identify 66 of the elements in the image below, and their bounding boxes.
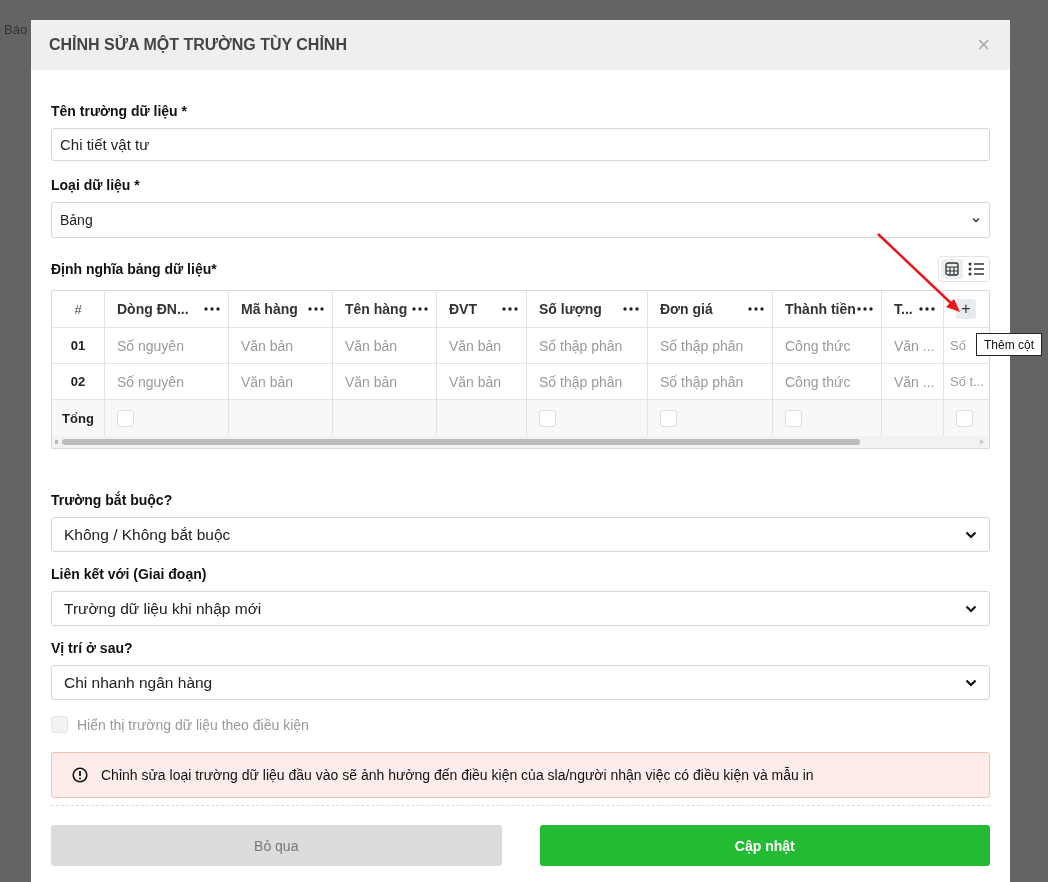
table-cell: Công thức bbox=[785, 373, 851, 390]
table-cell: Văn bản bbox=[345, 337, 398, 354]
select-field[interactable]: Chi nhanh ngân hàng bbox=[51, 665, 990, 700]
field-label: Định nghĩa bảng dữ liệu* bbox=[51, 261, 217, 277]
field-label: Liên kết với (Giai đoạn) bbox=[51, 566, 208, 582]
more-icon[interactable] bbox=[623, 307, 639, 311]
list-view-button[interactable] bbox=[965, 259, 987, 279]
tooltip: Thêm cột bbox=[976, 333, 1042, 356]
more-icon[interactable] bbox=[308, 307, 324, 311]
field-label: Loại dữ liệu * bbox=[51, 177, 141, 193]
select-field[interactable]: Trường dữ liệu khi nhập mới bbox=[51, 591, 990, 626]
table-cell: Số thập phân bbox=[660, 337, 744, 354]
select-field[interactable]: Bảng bbox=[51, 202, 990, 238]
table-cell: Công thức bbox=[785, 337, 851, 354]
column-header: Đơn giá bbox=[660, 301, 713, 317]
add-column-button[interactable]: + bbox=[956, 299, 976, 319]
chevron-icon bbox=[965, 603, 977, 614]
more-icon[interactable] bbox=[748, 307, 764, 311]
table-cell: Văn bản bbox=[241, 337, 294, 354]
table-cell: Văn bản bbox=[241, 373, 294, 390]
checkbox[interactable] bbox=[539, 409, 556, 427]
table-cell: Văn ... bbox=[894, 337, 935, 354]
table-cell: Số t... bbox=[950, 374, 984, 389]
row-number: 01 bbox=[52, 328, 105, 363]
more-icon[interactable] bbox=[412, 307, 428, 311]
column-header: Tên hàng bbox=[345, 301, 408, 317]
column-header: ĐVT bbox=[449, 301, 477, 317]
column-header: T... bbox=[894, 301, 913, 317]
table-cell: Số bbox=[950, 338, 966, 353]
checkbox[interactable] bbox=[117, 409, 134, 427]
column-header: # bbox=[52, 291, 105, 327]
column-header: Dòng ĐN... bbox=[117, 301, 189, 317]
more-icon[interactable] bbox=[919, 307, 935, 311]
checkbox[interactable] bbox=[956, 409, 973, 427]
table-cell: Văn bản bbox=[449, 337, 502, 354]
select-field[interactable]: Không / Không bắt buộc bbox=[51, 517, 990, 552]
column-header: Số lượng bbox=[539, 301, 602, 317]
field-label: Vị trí ở sau? bbox=[51, 640, 134, 656]
checkbox-label: Hiển thị trường dữ liệu theo điều kiện bbox=[77, 716, 309, 733]
row-number: 02 bbox=[52, 364, 105, 399]
chevron-icon bbox=[965, 529, 977, 540]
warning-text: Chỉnh sửa loại trường dữ liệu đầu vào sẽ ảnh hưởng đến điều kiện của sla/người nhận việc có điều kiện và mẫu in bbox=[101, 767, 814, 783]
table-cell: Văn bản bbox=[449, 373, 502, 390]
input-field[interactable]: Chi tiết vật tư bbox=[51, 128, 990, 161]
more-icon[interactable] bbox=[857, 307, 873, 311]
field-label: Trường bắt buộc? bbox=[51, 492, 174, 508]
chevron-icon bbox=[971, 215, 981, 225]
more-icon[interactable] bbox=[204, 307, 220, 311]
more-icon[interactable] bbox=[502, 307, 518, 311]
column-header: Mã hàng bbox=[241, 301, 298, 317]
table-cell: Văn ... bbox=[894, 373, 935, 390]
table-cell: Số nguyên bbox=[117, 337, 184, 354]
table-cell: Số thập phân bbox=[660, 373, 744, 390]
table-cell: Số thập phân bbox=[539, 373, 623, 390]
table-cell: Số thập phân bbox=[539, 337, 623, 354]
chevron-icon bbox=[965, 677, 977, 688]
table-cell: Văn bản bbox=[345, 373, 398, 390]
warning-icon bbox=[72, 767, 88, 783]
column-header: Thành tiền bbox=[785, 301, 856, 317]
checkbox[interactable] bbox=[785, 409, 802, 427]
dialog-title: CHỈNH SỬA MỘT TRƯỜNG TÙY CHỈNH bbox=[49, 36, 347, 54]
scrollbar[interactable] bbox=[52, 436, 989, 448]
grid-view-button[interactable] bbox=[941, 259, 963, 279]
table-cell: Số nguyên bbox=[117, 373, 184, 390]
checkbox[interactable] bbox=[660, 409, 677, 427]
field-label: Tên trường dữ liệu * bbox=[51, 103, 188, 119]
